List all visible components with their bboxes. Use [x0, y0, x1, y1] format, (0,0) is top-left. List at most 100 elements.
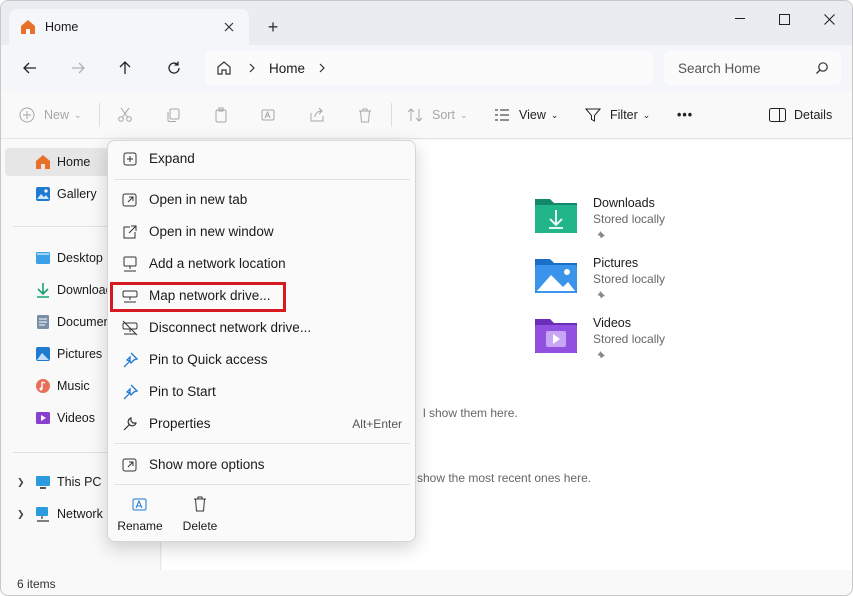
copy-button[interactable]	[165, 105, 181, 125]
home-icon	[21, 20, 35, 34]
sidebar-item-label: Desktop	[57, 251, 103, 265]
delete-button[interactable]	[357, 105, 373, 125]
menu-item-pin-quick-access[interactable]: Pin to Quick access	[114, 346, 410, 374]
pictures-icon	[36, 347, 50, 361]
filter-button[interactable]: Filter ⌄	[585, 105, 650, 125]
qa-name: Downloads	[593, 196, 655, 210]
recent-hint: show the most recent ones here.	[417, 471, 592, 485]
breadcrumb[interactable]: Home	[269, 61, 305, 76]
rename-button[interactable]	[261, 105, 277, 125]
menu-item-open-new-tab[interactable]: Open in new tab	[114, 186, 410, 214]
more-button[interactable]: •••	[677, 105, 693, 125]
maximize-button[interactable]	[761, 5, 807, 33]
tab-bar: Home +	[1, 1, 852, 45]
menu-item-add-network-location[interactable]: Add a network location	[114, 250, 410, 278]
tab-home[interactable]: Home	[9, 9, 249, 45]
pc-icon	[36, 476, 50, 489]
menu-item-label: Show more options	[149, 457, 265, 472]
videos-folder-icon	[535, 319, 577, 353]
minimize-button[interactable]	[717, 5, 763, 33]
menu-item-label: Open in new tab	[149, 192, 248, 207]
cut-button[interactable]	[117, 105, 133, 125]
chevron-right-icon[interactable]: ❯	[17, 477, 25, 488]
paste-icon	[215, 107, 227, 123]
search-placeholder: Search Home	[678, 60, 761, 76]
close-icon[interactable]	[219, 17, 239, 37]
pin-icon	[123, 352, 139, 368]
pictures-folder-icon	[535, 259, 577, 293]
arrow-up-icon	[119, 61, 131, 74]
arrow-right-icon	[72, 62, 85, 74]
status-bar-items-count: 6 items	[17, 577, 56, 591]
menu-item-label: Disconnect network drive...	[149, 320, 312, 335]
menu-item-label: Properties	[149, 416, 211, 431]
menu-button-label: Rename	[117, 519, 163, 533]
quick-access-pictures[interactable]: Pictures Stored locally	[534, 256, 734, 308]
context-menu: Expand Open in new tab Open in new windo…	[107, 140, 416, 542]
qa-name: Videos	[593, 316, 631, 330]
forward-button[interactable]	[66, 56, 90, 80]
desktop-icon	[36, 252, 50, 264]
filter-icon	[585, 108, 601, 122]
separator	[391, 103, 392, 127]
pin-icon	[597, 291, 605, 299]
menu-item-open-new-window[interactable]: Open in new window	[114, 218, 410, 246]
chevron-right-icon[interactable]: ❯	[17, 509, 25, 520]
music-icon	[36, 379, 50, 393]
menu-item-label: Open in new window	[149, 224, 274, 239]
chevron-right-icon	[249, 63, 255, 73]
menu-item-show-more-options[interactable]: Show more options	[114, 451, 410, 479]
menu-item-label: Expand	[149, 151, 195, 166]
sort-icon	[407, 108, 423, 122]
quick-access-videos[interactable]: Videos Stored locally	[534, 316, 734, 368]
menu-item-disconnect-network-drive[interactable]: Disconnect network drive...	[114, 314, 410, 342]
new-tab-button[interactable]: +	[263, 17, 283, 37]
chevron-down-icon: ⌄	[642, 109, 651, 120]
downloads-folder-icon	[535, 199, 577, 233]
pin-start-icon	[123, 384, 139, 400]
menu-item-pin-start[interactable]: Pin to Start	[114, 378, 410, 406]
view-label: View	[519, 108, 546, 122]
wrench-icon	[123, 417, 137, 431]
sidebar-item-label: Gallery	[57, 187, 97, 201]
menu-item-expand[interactable]: Expand	[114, 145, 410, 173]
chevron-right-icon[interactable]	[317, 63, 327, 73]
search-input[interactable]: Search Home	[664, 51, 841, 85]
plus-circle-icon	[19, 107, 35, 123]
file-explorer-window: Home + Home Search Home New ⌄ Sort ⌄ Vie…	[0, 0, 853, 596]
sidebar-item-label: This PC	[57, 475, 102, 489]
share-button[interactable]	[309, 105, 325, 125]
refresh-button[interactable]	[162, 56, 186, 80]
share-icon	[310, 107, 324, 122]
home-outline-icon	[217, 61, 231, 75]
menu-item-shortcut: Alt+Enter	[352, 417, 402, 431]
documents-icon	[37, 315, 49, 329]
pin-icon	[597, 351, 605, 359]
menu-item-label: Pin to Start	[149, 384, 216, 399]
back-button[interactable]	[18, 56, 42, 80]
chevron-down-icon: ⌄	[459, 109, 468, 120]
open-new-window-icon	[123, 225, 137, 239]
sidebar-item-label: Videos	[57, 411, 95, 425]
download-icon	[37, 283, 49, 298]
menu-delete-button[interactable]: Delete	[175, 495, 225, 537]
home-icon	[36, 155, 50, 169]
arrow-left-icon	[23, 62, 36, 74]
details-button[interactable]: Details	[769, 105, 832, 125]
rename-icon	[132, 498, 147, 511]
address-bar[interactable]: Home	[205, 51, 653, 85]
new-button[interactable]: New ⌄	[19, 105, 82, 125]
up-button[interactable]	[113, 56, 137, 80]
sort-button[interactable]: Sort ⌄	[407, 105, 467, 125]
view-button[interactable]: View ⌄	[494, 105, 558, 125]
disconnect-drive-icon	[122, 320, 138, 336]
close-window-button[interactable]	[806, 5, 852, 33]
menu-item-properties[interactable]: Properties Alt+Enter	[114, 410, 410, 438]
search-icon	[816, 62, 828, 74]
menu-divider	[114, 179, 410, 180]
menu-item-label: Add a network location	[149, 256, 286, 271]
quick-access-downloads[interactable]: Downloads Stored locally	[534, 196, 734, 248]
sidebar-item-label: Home	[57, 155, 91, 169]
menu-rename-button[interactable]: Rename	[115, 495, 165, 537]
paste-button[interactable]	[213, 105, 229, 125]
